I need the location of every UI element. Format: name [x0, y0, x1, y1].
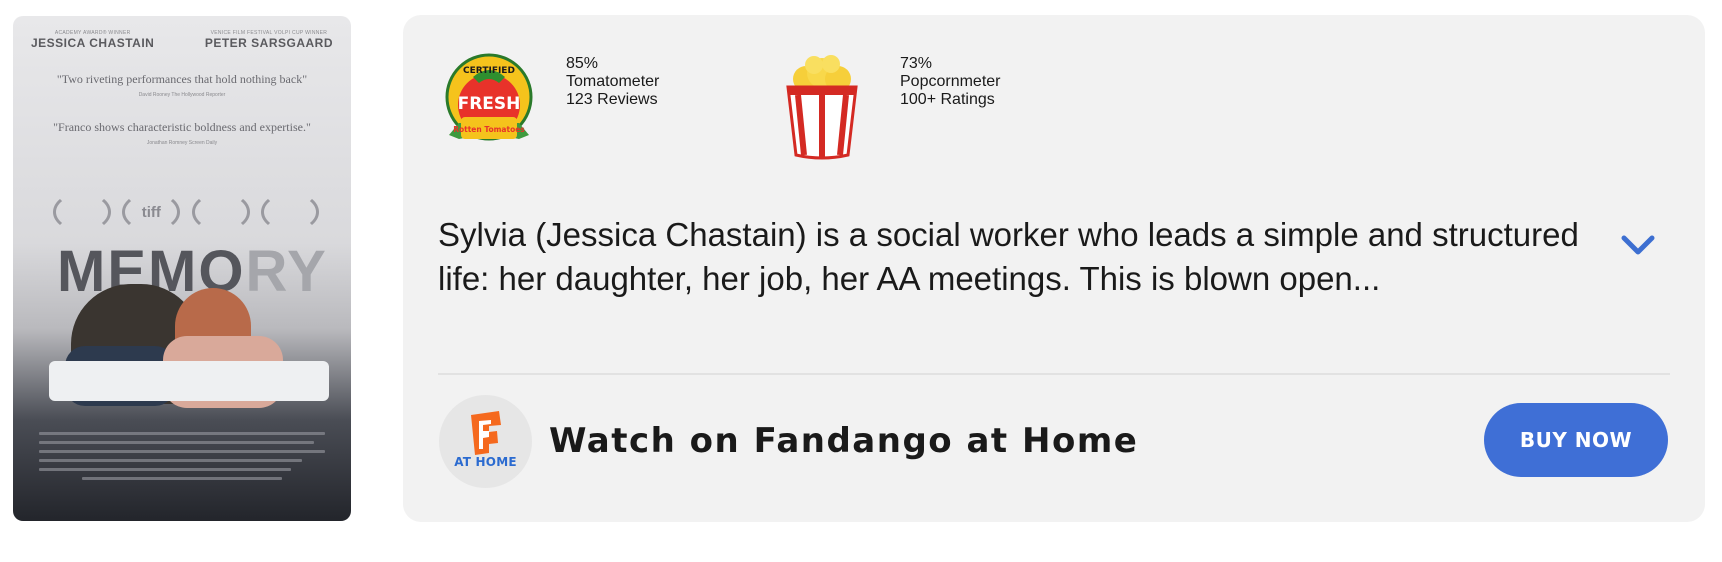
poster-actor-left: JESSICA CHASTAIN — [31, 36, 155, 50]
watch-on-fandango-label: Watch on Fandango at Home — [549, 421, 1139, 461]
buy-now-button[interactable]: BUY NOW — [1484, 403, 1668, 477]
fandango-at-home-text: AT HOME — [454, 455, 517, 469]
fandango-at-home-icon: AT HOME — [439, 395, 532, 488]
chevron-down-icon[interactable] — [1618, 228, 1658, 264]
poster-quote-1: "Two riveting performances that hold not… — [33, 72, 331, 102]
badge-certified-text: CERTIFIED — [463, 66, 515, 76]
poster-festival-laurels: tiff — [53, 192, 319, 232]
tomatometer-text: 85% Tomatometer 123 Reviews — [566, 55, 659, 109]
movie-poster[interactable]: ACADEMY AWARD® WINNER JESSICA CHASTAIN V… — [13, 16, 351, 521]
poster-quote-2: "Franco shows characteristic boldness an… — [33, 120, 331, 150]
popcornmeter-label: Popcornmeter — [900, 73, 1001, 90]
poster-quote-1-text: "Two riveting performances that hold not… — [56, 72, 308, 86]
laurel-london-icon — [191, 192, 250, 232]
section-divider — [438, 373, 1670, 375]
tomatometer-label: Tomatometer — [566, 73, 660, 90]
popcornmeter-percent: 73% — [900, 55, 933, 72]
poster-actor-right: PETER SARSGAARD — [204, 36, 333, 50]
poster-credit-block — [39, 432, 325, 486]
poster-actor-names: ACADEMY AWARD® WINNER JESSICA CHASTAIN V… — [31, 30, 333, 50]
popcornmeter-text: 73% Popcornmeter 100+ Ratings — [900, 55, 1001, 109]
synopsis-text: Sylvia (Jessica Chastain) is a social wo… — [438, 216, 1579, 297]
laurel-venice-icon — [53, 192, 111, 232]
badge-fresh-text: FRESH — [458, 94, 521, 114]
tomatometer-percent: 85% — [566, 55, 599, 72]
poster-quote-2-source: Jonathan Romney Screen Daily — [146, 140, 218, 146]
laurel-tiff-icon: tiff — [122, 192, 181, 232]
poster-title-fade: RY — [245, 239, 328, 304]
popcornmeter-ratings-link[interactable]: 100+ Ratings — [900, 91, 1001, 109]
movie-info-card: CERTIFIED FRESH Rotten Tomatoes 85% Toma… — [403, 15, 1705, 522]
tomatometer-reviews-link[interactable]: 123 Reviews — [566, 91, 659, 109]
fandango-f-icon — [471, 411, 501, 455]
poster-quote-2-text: "Franco shows characteristic boldness an… — [53, 120, 311, 134]
popcorn-icon — [786, 55, 858, 160]
certified-fresh-icon: CERTIFIED FRESH Rotten Tomatoes — [445, 53, 533, 141]
poster-bathtub — [49, 361, 329, 401]
badge-brand-text: Rotten Tomatoes — [453, 125, 525, 134]
laurel-festival-icon — [260, 192, 319, 232]
poster-quote-1-source: David Rooney The Hollywood Reporter — [138, 92, 226, 98]
